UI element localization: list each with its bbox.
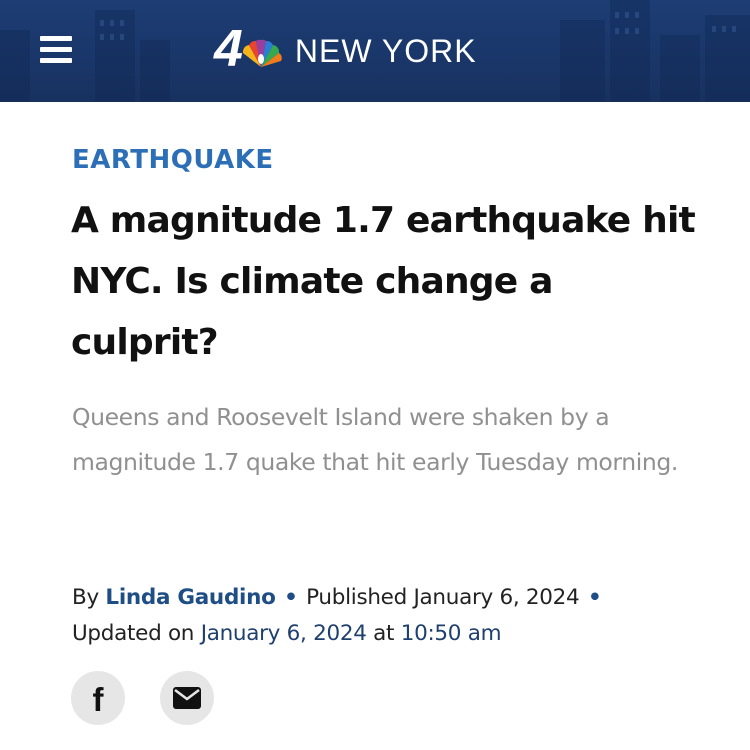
article-byline: By Linda Gaudino • Published January 6, … [72,580,712,652]
article-headline: A magnitude 1.7 earthquake hit NYC. Is c… [71,200,696,363]
menu-bar [40,58,72,63]
article-page: 4 NEW YORK EARTHQUAKE A magnitude 1.7 ea… [0,0,750,750]
email-share-button[interactable] [160,671,214,725]
logo-channel-number: 4 [214,20,243,78]
published-label: Published [306,585,407,610]
updated-date: January 6, 2024 [200,621,367,646]
author-link[interactable]: Linda Gaudino [105,585,275,610]
menu-bar [40,47,72,52]
facebook-share-button[interactable]: f [71,671,125,725]
facebook-icon: f [92,680,104,718]
byline-separator: • [284,585,298,610]
email-icon [173,687,201,709]
published-date: January 6, 2024 [413,585,580,610]
site-logo[interactable]: 4 NEW YORK [214,20,477,78]
updated-label: Updated on [72,621,195,646]
logo-city-name: NEW YORK [294,33,477,69]
updated-time: 10:50 am [400,621,502,646]
site-header: 4 NEW YORK [0,0,750,102]
hamburger-menu-icon[interactable] [38,34,74,64]
nbc-peacock-icon [242,39,282,67]
byline-separator: • [587,585,602,610]
byline-by-label: By [72,585,99,610]
updated-at-label: at [373,621,395,646]
article-summary: Queens and Roosevelt Island were shaken … [72,403,678,476]
menu-bar [40,36,72,41]
article-category-link[interactable]: EARTHQUAKE [72,143,274,177]
